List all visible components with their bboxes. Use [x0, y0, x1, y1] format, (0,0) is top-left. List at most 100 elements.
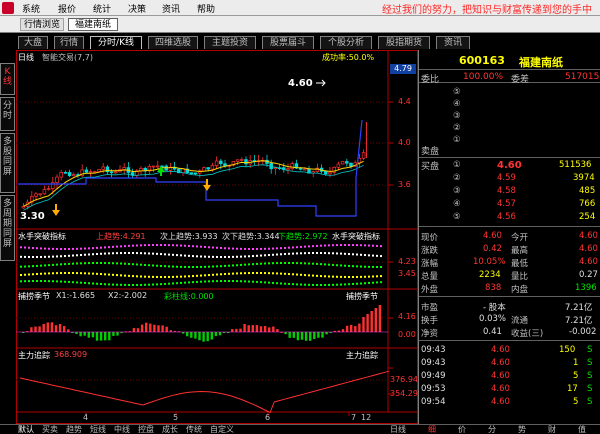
candle-body — [34, 193, 38, 197]
histogram-bar — [104, 332, 107, 341]
menu-news[interactable]: 资讯 — [162, 2, 180, 15]
tab-kline[interactable]: 分时/K线 — [90, 36, 142, 49]
trend-dot — [308, 252, 310, 255]
trend-dot — [252, 280, 254, 283]
panel2-sub-up: 次上趋势:3.933 — [160, 232, 218, 241]
buy-level-row[interactable]: ② 4.59 3974 — [419, 172, 600, 184]
tab-quotes[interactable]: 行情 — [54, 36, 84, 49]
trend-dot — [212, 246, 214, 249]
trend-dot — [368, 254, 370, 257]
histogram-bar — [325, 332, 328, 335]
tab-stock-picker[interactable]: 四维选股 — [148, 36, 198, 49]
histogram-bar — [370, 311, 373, 332]
trend-dot — [312, 283, 314, 286]
histogram-bar — [186, 332, 189, 337]
btab-traditional[interactable]: 传统 — [186, 425, 202, 434]
sell-level-row[interactable]: ⑤ — [419, 86, 600, 98]
tab-info[interactable]: 资讯 — [436, 36, 470, 49]
trend-dot — [316, 262, 318, 265]
trend-dot — [204, 265, 206, 268]
chart-area[interactable]: 日线 智能交易(7,7) 成功率:50.0% 4.60 3.30 4.79 4.… — [16, 50, 418, 424]
rtab-finance[interactable]: 财 — [548, 425, 556, 434]
btab-trade[interactable]: 买卖 — [42, 425, 58, 434]
rtab-detail[interactable]: 细 — [428, 425, 436, 434]
btab-default[interactable]: 默认 — [18, 425, 34, 434]
menu-help[interactable]: 帮助 — [197, 2, 215, 15]
panel3-name[interactable]: 捕捞季节 — [18, 291, 50, 302]
menu-system[interactable]: 系统 — [22, 2, 40, 15]
btab-mid[interactable]: 中线 — [114, 425, 130, 434]
trend-dot — [260, 272, 262, 275]
trend-dot — [292, 252, 294, 255]
btab-custom[interactable]: 自定义 — [210, 425, 234, 434]
tab-market[interactable]: 大盘 — [18, 36, 48, 49]
tab-stock-fujian[interactable]: 福建南纸 — [68, 18, 118, 31]
indicator-name[interactable]: 智能交易(7,7) — [42, 52, 93, 63]
panel2-name[interactable]: 水手突破指标 — [18, 231, 66, 242]
rtab-value[interactable]: 值 — [578, 425, 586, 434]
rtab-trend[interactable]: 势 — [518, 425, 526, 434]
candle-body — [235, 159, 240, 162]
buy-level-row[interactable]: ④ 4.57 766 — [419, 198, 600, 210]
candle-body — [21, 205, 26, 209]
histogram-bar — [313, 332, 316, 340]
btab-trend[interactable]: 趋势 — [66, 425, 82, 434]
trend-dot — [68, 280, 70, 283]
btab-period[interactable]: 日线 — [390, 425, 406, 434]
menu-quote[interactable]: 报价 — [58, 2, 76, 15]
histogram-bar — [354, 326, 357, 332]
trend-dot — [232, 272, 234, 275]
btab-control[interactable]: 控盘 — [138, 425, 154, 434]
trend-dot — [268, 272, 270, 275]
trend-dot — [348, 244, 350, 247]
axis-label: 0.00 — [398, 330, 416, 339]
trend-dot — [344, 283, 346, 286]
histogram-bar — [132, 328, 136, 332]
rtab-minute[interactable]: 分 — [488, 425, 496, 434]
panel2-down-trend: 下趋势:2.972 — [278, 232, 328, 241]
trend-dot — [76, 272, 78, 275]
sell-level-row[interactable]: ③ — [419, 110, 600, 122]
sell-level-row[interactable]: ① — [419, 134, 600, 146]
btab-short[interactable]: 短线 — [90, 425, 106, 434]
trend-dot — [64, 272, 66, 275]
rtab-price[interactable]: 价 — [458, 425, 466, 434]
trend-dot — [252, 255, 254, 258]
trend-dot — [64, 247, 66, 250]
trend-dot — [32, 265, 34, 268]
tab-stock-battle[interactable]: 股票届斗 — [262, 36, 314, 49]
trend-dot — [208, 265, 210, 268]
side-tab-multi-stock[interactable]: 多股同屏 — [0, 133, 15, 193]
tab-index-futures[interactable]: 股指期货 — [378, 36, 430, 49]
btab-growth[interactable]: 成长 — [162, 425, 178, 434]
candle-body — [38, 193, 42, 196]
trend-dot — [304, 283, 306, 286]
weicha-value: 517015 — [565, 72, 600, 82]
tab-market-browse[interactable]: 行情浏览 — [20, 18, 64, 31]
panel4-name-right: 主力追踪 — [346, 351, 378, 360]
sell-level-row[interactable]: ④ — [419, 98, 600, 110]
sell-level-row[interactable]: ② — [419, 122, 600, 134]
candle-body — [151, 165, 156, 168]
side-tab-multi-period[interactable]: 多周期同屏 — [0, 195, 15, 261]
trend-dot — [112, 252, 114, 255]
side-tab-kline[interactable]: K线 — [0, 63, 15, 95]
trend-dot — [100, 282, 102, 285]
side-tab-timeshare[interactable]: 分时 — [0, 97, 15, 131]
buy-level-row[interactable]: ① 4.60 511536 — [419, 159, 600, 171]
buy-level-row[interactable]: ⑤ 4.56 254 — [419, 211, 600, 223]
trend-dot — [320, 244, 322, 247]
trend-dot — [252, 247, 254, 250]
tab-theme-invest[interactable]: 主题投资 — [204, 36, 256, 49]
tab-stock-analysis[interactable]: 个股分析 — [320, 36, 372, 49]
menu-decision[interactable]: 决策 — [128, 2, 146, 15]
buy-level-row[interactable]: ③ 4.58 485 — [419, 185, 600, 197]
menu-statistics[interactable]: 统计 — [93, 2, 111, 15]
trend-dot — [356, 244, 358, 247]
trend-dot — [140, 283, 142, 286]
candle-body — [63, 172, 68, 174]
trend-dot — [236, 247, 238, 250]
trend-dot — [40, 255, 42, 258]
trend-dot — [136, 283, 138, 286]
panel4-name[interactable]: 主力追踪 — [18, 350, 50, 361]
